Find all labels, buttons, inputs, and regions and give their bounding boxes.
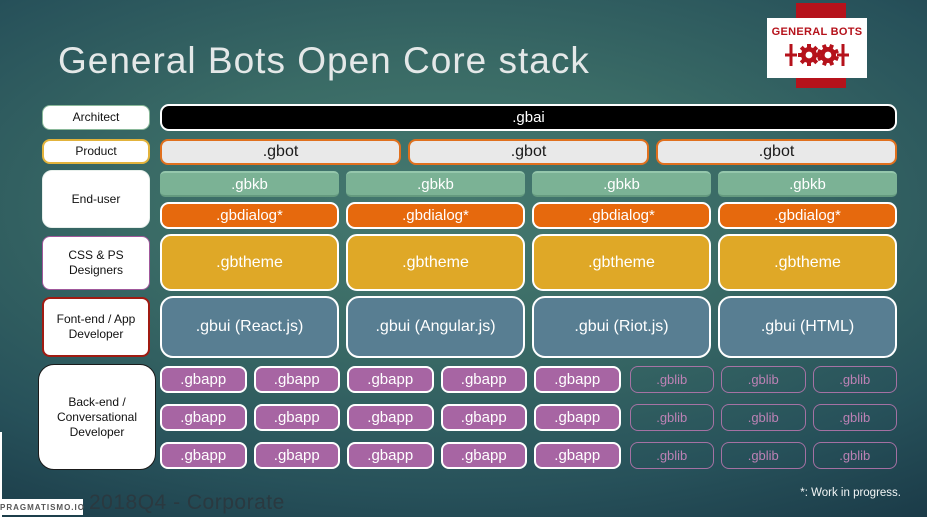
gbapp-box: .gbapp: [160, 442, 247, 469]
gblib-box: .gblib: [812, 366, 897, 393]
gbui-riot-box: .gbui (Riot.js): [532, 296, 711, 358]
logo-brand-text: GENERAL BOTS: [771, 25, 863, 38]
gblib-box: .gblib: [629, 442, 714, 469]
gbapp-box: .gbapp: [440, 404, 527, 431]
page-title: General Bots Open Core stack: [58, 40, 590, 81]
row-gbdialog: .gbdialog* .gbdialog* .gbdialog* .gbdial…: [160, 202, 897, 229]
row-product: .gbot .gbot .gbot: [160, 139, 897, 165]
pragmatismo-logo-text: PRAGMATISMO.IO: [0, 502, 85, 512]
label-frontend-app-developer: Font-end / App Developer: [42, 297, 150, 357]
gbot-box: .gbot: [160, 139, 401, 165]
gbdialog-box: .gbdialog*: [532, 202, 711, 229]
gbapp-box: .gbapp: [253, 442, 340, 469]
gblib-box: .gblib: [812, 404, 897, 431]
gbapp-box: .gbapp: [534, 366, 621, 393]
gbot-box: .gbot: [656, 139, 897, 165]
gbtheme-box: .gbtheme: [160, 234, 339, 291]
row-gbui: .gbui (React.js) .gbui (Angular.js) .gbu…: [160, 296, 897, 358]
label-backend-conversational-developer: Back-end / Conversational Developer: [38, 364, 156, 470]
gbapp-box: .gbapp: [347, 442, 434, 469]
label-css-ps-designers: CSS & PS Designers: [42, 236, 150, 290]
gblib-box: .gblib: [721, 366, 806, 393]
gbtheme-box: .gbtheme: [718, 234, 897, 291]
gbdialog-box: .gbdialog*: [718, 202, 897, 229]
backend-row: .gbapp .gbapp .gbapp .gbapp .gbapp .gbli…: [160, 442, 897, 469]
label-end-user: End-user: [42, 170, 150, 228]
slide: General Bots Open Core stack GENERAL BOT…: [0, 0, 927, 517]
gbot-box: .gbot: [408, 139, 649, 165]
gblib-box: .gblib: [629, 404, 714, 431]
pragmatismo-logo: PRAGMATISMO.IO: [0, 499, 85, 515]
gbui-react-box: .gbui (React.js): [160, 296, 339, 358]
gbapp-box: .gbapp: [253, 366, 340, 393]
gbapp-box: .gbapp: [160, 366, 247, 393]
general-bots-logo: GENERAL BOTS: [767, 18, 867, 78]
gbtheme-box: .gbtheme: [346, 234, 525, 291]
gbapp-box: .gbapp: [534, 442, 621, 469]
gbapp-box: .gbapp: [347, 366, 434, 393]
row-architect: .gbai: [160, 104, 897, 131]
gblib-box: .gblib: [812, 442, 897, 469]
gblib-box: .gblib: [629, 366, 714, 393]
label-architect: Architect: [42, 105, 150, 130]
gbkb-box: .gbkb: [346, 171, 525, 197]
label-product: Product: [42, 139, 150, 164]
gbkb-box: .gbkb: [160, 171, 339, 197]
gbapp-box: .gbapp: [253, 404, 340, 431]
gbtheme-box: .gbtheme: [532, 234, 711, 291]
gblib-box: .gblib: [721, 404, 806, 431]
work-in-progress-note: *: Work in progress.: [800, 487, 901, 499]
footer-caption: 2018Q4 - Corporate: [89, 491, 285, 514]
backend-row: .gbapp .gbapp .gbapp .gbapp .gbapp .gbli…: [160, 366, 897, 393]
gbkb-box: .gbkb: [532, 171, 711, 197]
gbapp-box: .gbapp: [160, 404, 247, 431]
gbui-angular-box: .gbui (Angular.js): [346, 296, 525, 358]
gbapp-box: .gbapp: [440, 442, 527, 469]
gbui-html-box: .gbui (HTML): [718, 296, 897, 358]
row-gbtheme: .gbtheme .gbtheme .gbtheme .gbtheme: [160, 234, 897, 291]
row-gbkb: .gbkb .gbkb .gbkb .gbkb: [160, 171, 897, 197]
gbdialog-box: .gbdialog*: [346, 202, 525, 229]
gears-icon: [785, 43, 849, 66]
gbai-box: .gbai: [160, 104, 897, 131]
gblib-box: .gblib: [721, 442, 806, 469]
backend-row: .gbapp .gbapp .gbapp .gbapp .gbapp .gbli…: [160, 404, 897, 431]
gbapp-box: .gbapp: [347, 404, 434, 431]
gbapp-box: .gbapp: [440, 366, 527, 393]
gbkb-box: .gbkb: [718, 171, 897, 197]
gbdialog-box: .gbdialog*: [160, 202, 339, 229]
gbapp-box: .gbapp: [534, 404, 621, 431]
